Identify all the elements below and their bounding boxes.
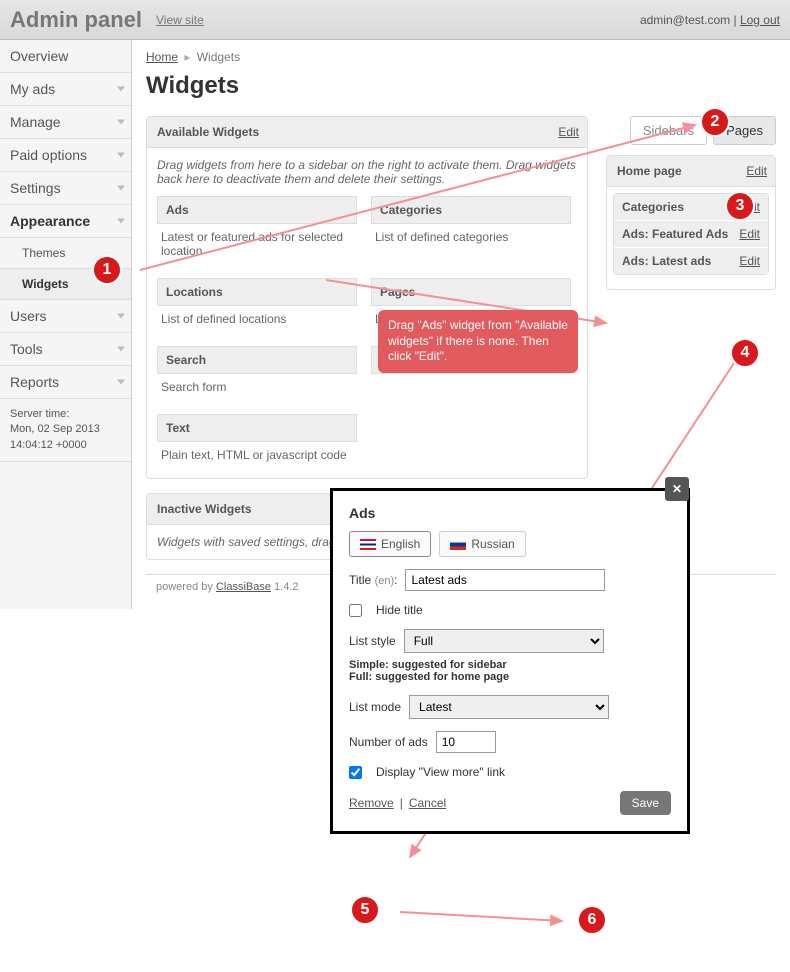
- annotation-bubble-1: 1: [92, 255, 122, 285]
- placed-widget-row[interactable]: Ads: Latest ads Edit: [614, 248, 768, 274]
- sidebar-item-tools[interactable]: Tools: [0, 333, 131, 366]
- widget-locations[interactable]: Locations List of defined locations: [157, 278, 357, 332]
- view-site-link[interactable]: View site: [156, 13, 204, 27]
- list-mode-label: List mode: [349, 700, 401, 714]
- sidebar-item-overview[interactable]: Overview: [0, 40, 131, 73]
- chevron-right-icon: ▸: [184, 50, 190, 64]
- save-button[interactable]: Save: [620, 791, 671, 815]
- logout-link[interactable]: Log out: [740, 13, 780, 27]
- widget-locations-title[interactable]: Locations: [157, 278, 357, 306]
- list-style-hint: Simple: suggested for sidebar Full: sugg…: [349, 659, 671, 683]
- annotation-bubble-5: 5: [350, 895, 380, 925]
- sidebar-item-paid-options[interactable]: Paid options: [0, 139, 131, 172]
- widget-ads[interactable]: Ads Latest or featured ads for selected …: [157, 196, 357, 264]
- chevron-down-icon: [117, 219, 125, 224]
- number-of-ads-input[interactable]: [436, 731, 496, 753]
- view-more-checkbox[interactable]: [349, 766, 362, 779]
- chevron-down-icon: [117, 87, 125, 92]
- widget-locations-desc: List of defined locations: [157, 306, 357, 332]
- page-title: Widgets: [146, 72, 776, 100]
- inactive-widgets-heading: Inactive Widgets: [157, 502, 252, 516]
- list-mode-select[interactable]: Latest: [409, 695, 609, 719]
- sidebar-item-manage[interactable]: Manage: [0, 106, 131, 139]
- footer-brand-link[interactable]: ClassiBase: [216, 581, 271, 593]
- widget-edit-modal: ✕ Ads English Russian Title (en): Hide t…: [330, 488, 690, 834]
- sidebar-item-reports[interactable]: Reports: [0, 366, 131, 399]
- widget-pages-title[interactable]: Pages: [371, 278, 571, 306]
- breadcrumb-current: Widgets: [197, 50, 240, 64]
- title-label: Title (en):: [349, 573, 397, 587]
- zone-edit-link[interactable]: Edit: [746, 164, 767, 178]
- sidebar-item-settings[interactable]: Settings: [0, 172, 131, 205]
- modal-heading: Ads: [349, 505, 671, 521]
- available-widgets-edit-link[interactable]: Edit: [558, 125, 579, 139]
- list-style-select[interactable]: Full: [404, 629, 604, 653]
- placed-widget-row[interactable]: Ads: Featured Ads Edit: [614, 221, 768, 248]
- number-of-ads-label: Number of ads: [349, 735, 428, 749]
- available-widgets-heading: Available Widgets: [157, 125, 259, 139]
- hide-title-checkbox[interactable]: [349, 604, 362, 617]
- widget-seperator-desc: [371, 374, 571, 386]
- widget-text-desc: Plain text, HTML or javascript code: [157, 442, 357, 468]
- annotation-bubble-4: 4: [730, 338, 760, 368]
- cancel-link[interactable]: Cancel: [409, 796, 446, 810]
- annotation-tooltip: Drag "Ads" widget from "Available widget…: [378, 310, 578, 373]
- remove-link[interactable]: Remove: [349, 796, 394, 810]
- title-input[interactable]: [405, 569, 605, 591]
- sidebar: Overview My ads Manage Paid options Sett…: [0, 40, 132, 609]
- widget-categories-title[interactable]: Categories: [371, 196, 571, 224]
- hide-title-label: Hide title: [376, 603, 423, 617]
- widget-search-title[interactable]: Search: [157, 346, 357, 374]
- annotation-bubble-6: 6: [577, 905, 607, 935]
- chevron-down-icon: [117, 380, 125, 385]
- widget-ads-title[interactable]: Ads: [157, 196, 357, 224]
- user-email: admin@test.com: [640, 13, 730, 27]
- widget-search[interactable]: Search Search form: [157, 346, 357, 400]
- widget-search-desc: Search form: [157, 374, 357, 400]
- admin-panel-title: Admin panel: [10, 7, 142, 33]
- close-icon[interactable]: ✕: [665, 477, 689, 501]
- breadcrumb: Home ▸ Widgets: [146, 50, 776, 64]
- user-area: admin@test.com | Log out: [640, 13, 780, 27]
- zone-title: Home page: [617, 164, 682, 178]
- flag-ru-icon: [450, 539, 466, 550]
- lang-tab-english[interactable]: English: [349, 531, 431, 557]
- chevron-down-icon: [117, 347, 125, 352]
- chevron-down-icon: [117, 120, 125, 125]
- widget-categories[interactable]: Categories List of defined categories: [371, 196, 571, 264]
- zone-tabs: Sidebars Pages: [606, 116, 776, 145]
- flag-en-icon: [360, 539, 376, 550]
- server-time: Server time: Mon, 02 Sep 2013 14:04:12 +…: [0, 399, 131, 462]
- chevron-down-icon: [117, 314, 125, 319]
- placed-widget-label: Ads: Latest ads: [622, 254, 711, 268]
- available-widgets-panel: Available Widgets Edit Drag widgets from…: [146, 116, 588, 479]
- annotation-bubble-3: 3: [725, 191, 755, 221]
- placed-widget-edit[interactable]: Edit: [739, 227, 760, 241]
- sidebar-item-appearance[interactable]: Appearance: [0, 205, 131, 238]
- available-widgets-desc: Drag widgets from here to a sidebar on t…: [147, 148, 587, 196]
- annotation-bubble-2: 2: [700, 107, 730, 137]
- sidebar-item-users[interactable]: Users: [0, 300, 131, 333]
- chevron-down-icon: [117, 153, 125, 158]
- widget-text-title[interactable]: Text: [157, 414, 357, 442]
- topbar: Admin panel View site admin@test.com | L…: [0, 0, 790, 40]
- tab-sidebars[interactable]: Sidebars: [630, 116, 707, 145]
- widget-categories-desc: List of defined categories: [371, 224, 571, 250]
- placed-widget-edit[interactable]: Edit: [739, 254, 760, 268]
- sidebar-item-my-ads[interactable]: My ads: [0, 73, 131, 106]
- placed-widget-label: Ads: Featured Ads: [622, 227, 728, 241]
- home-page-zone: Home page Edit Categories Edit Ads: Feat…: [606, 155, 776, 290]
- lang-tab-russian[interactable]: Russian: [439, 531, 525, 557]
- breadcrumb-home[interactable]: Home: [146, 50, 178, 64]
- list-style-label: List style: [349, 634, 396, 648]
- widget-ads-desc: Latest or featured ads for selected loca…: [157, 224, 357, 264]
- placed-widget-label: Categories: [622, 200, 684, 214]
- widget-text[interactable]: Text Plain text, HTML or javascript code: [157, 414, 357, 468]
- view-more-label: Display "View more" link: [376, 765, 505, 779]
- chevron-down-icon: [117, 186, 125, 191]
